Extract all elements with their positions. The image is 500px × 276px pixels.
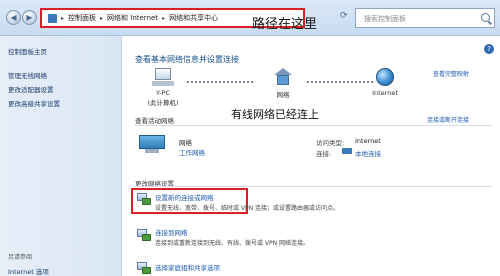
help-icon[interactable]: ? (484, 44, 494, 54)
node-name: Y-PC (155, 89, 170, 97)
page-title: 查看基本网络信息并设置连接 (135, 55, 239, 64)
homegroup-icon (137, 262, 151, 274)
sidebar-item-internet-options[interactable]: Internet 选项 (8, 266, 49, 276)
network-node-network: 网络 (263, 68, 303, 99)
forward-arrow-icon: ▶ (26, 13, 33, 22)
refresh-icon[interactable]: ⟳ (340, 11, 352, 23)
breadcrumb-item[interactable]: 网络和 Internet (107, 13, 158, 23)
local-connection-link[interactable]: 本地连接 (355, 148, 381, 158)
control-panel-icon (48, 13, 57, 23)
forward-button[interactable]: ▶ (22, 10, 37, 25)
connect-to-network-desc: 连接到或重新连接到无线、有线、拨号或 VPN 网络连接。 (155, 240, 310, 247)
computer-icon (152, 68, 174, 86)
local-connection-icon (342, 148, 352, 154)
search-placeholder: 搜索控制面板 (364, 15, 406, 23)
connect-disconnect-link[interactable]: 连接或断开连接 (427, 115, 469, 124)
active-networks-heading: 查看活动网络 (135, 117, 174, 125)
search-input[interactable]: 搜索控制面板 (355, 8, 495, 28)
back-button[interactable]: ◀ (6, 10, 21, 25)
node-sub: (此计算机) (147, 99, 179, 107)
network-type-link[interactable]: 工作网络 (179, 147, 205, 157)
node-name: Internet (372, 89, 398, 97)
breadcrumb-separator-icon: ▸ (61, 14, 65, 22)
connection-label: 连接: (316, 150, 332, 158)
main-content: ? 查看基本网络信息并设置连接 查看完整映射 Y-PC (此计算机) 网络 In… (123, 36, 500, 276)
network-node-internet: Internet (365, 68, 405, 97)
back-arrow-icon: ◀ (10, 13, 17, 22)
wired-annotation: 有线网络已经连上 (231, 108, 319, 121)
title-bar: ◀ ▶ ▸ 控制面板 ▸ 网络和 Internet ▸ 网络和共享中心 路径在这… (0, 0, 500, 36)
work-network-icon (139, 133, 165, 153)
view-full-map-link[interactable]: 查看完整映射 (433, 69, 469, 78)
divider (135, 125, 492, 126)
connection-line (187, 81, 253, 83)
connect-to-network-link[interactable]: 连接到网络 (155, 227, 188, 237)
breadcrumb-item[interactable]: 控制面板 (68, 13, 96, 23)
new-connection-icon (137, 193, 151, 205)
sidebar-item-manage-wireless[interactable]: 管理无线网络 (8, 70, 47, 80)
connect-network-icon (137, 229, 151, 241)
network-house-icon (273, 68, 293, 86)
node-name: 网络 (276, 91, 290, 99)
access-type-value: Internet (355, 137, 381, 145)
sidebar-item-sharing-settings[interactable]: 更改高级共享设置 (8, 98, 60, 108)
breadcrumb-separator-icon: ▸ (162, 14, 166, 22)
access-type-label: 访问类型: (316, 139, 345, 147)
setup-new-connection-desc: 设置无线、宽带、拨号、临时或 VPN 连接；或设置路由器或访问点。 (155, 205, 340, 212)
path-annotation: 路径在这里 (252, 17, 318, 32)
search-icon[interactable] (481, 13, 490, 22)
sidebar-item-home[interactable]: 控制面板主页 (8, 46, 47, 56)
connection-line (307, 81, 373, 83)
see-also-heading: 另请参阅 (8, 254, 33, 261)
network-name: 网络 (179, 139, 192, 147)
setup-new-connection-link[interactable]: 设置新的连接或网络 (155, 192, 214, 202)
globe-icon (376, 68, 394, 86)
breadcrumb-item[interactable]: 网络和共享中心 (169, 13, 218, 23)
divider (135, 186, 492, 187)
sidebar-item-adapter-settings[interactable]: 更改适配器设置 (8, 84, 54, 94)
breadcrumb-separator-icon: ▸ (100, 14, 104, 22)
network-node-pc: Y-PC (此计算机) (143, 68, 183, 107)
homegroup-sharing-link[interactable]: 选择家庭组和共享选项 (155, 262, 220, 272)
sidebar: 控制面板主页 管理无线网络 更改适配器设置 更改高级共享设置 另请参阅 Inte… (0, 36, 122, 276)
